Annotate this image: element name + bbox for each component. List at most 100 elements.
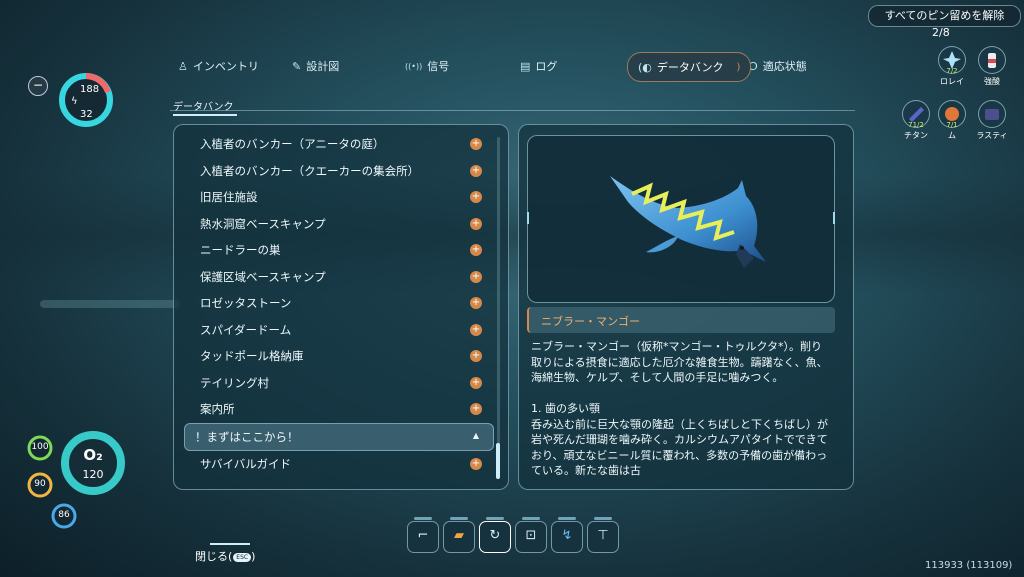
list-item[interactable]: サバイバルガイド + bbox=[184, 451, 494, 478]
entry-detail-panel: ニブラー・マンゴー ニブラー・マンゴー（仮称*マンゴー・トゥルクタ*）。削り取り… bbox=[518, 124, 854, 490]
plus-icon: + bbox=[470, 217, 482, 230]
food-gauge: 90 bbox=[27, 472, 53, 498]
quickslot-scanner[interactable]: ⌐ bbox=[407, 517, 439, 553]
list-item[interactable]: ロゼッタストーン + bbox=[184, 290, 494, 317]
list-item-label: タッドポール格納庫 bbox=[200, 349, 304, 364]
pinned-recipe[interactable]: 71/2 チタン bbox=[900, 100, 932, 141]
oxygen-gauge: O₂ 120 bbox=[60, 430, 126, 496]
oxygen-value: 120 bbox=[82, 468, 104, 481]
list-item[interactable]: 入植者のバンカー（クエーカーの集会所） + bbox=[184, 158, 494, 185]
plus-icon: + bbox=[470, 350, 482, 362]
list-item[interactable]: 案内所 + bbox=[184, 396, 494, 423]
quickslot-laser-cutter[interactable]: ⊤ bbox=[587, 517, 619, 553]
health-value: 100 bbox=[31, 442, 49, 452]
pin-label: チタン bbox=[904, 131, 928, 140]
bottle-icon bbox=[978, 46, 1006, 74]
list-item-label: ロゼッタストーン bbox=[200, 296, 292, 311]
list-item[interactable]: 入植者のバンカー（アニータの庭） + bbox=[184, 131, 494, 158]
tab-label: 適応状態 bbox=[762, 60, 807, 73]
pin-label: ロレイ bbox=[940, 77, 964, 86]
list-item-label: 熱水洞窟ベースキャンプ bbox=[200, 216, 326, 231]
list-item[interactable]: テイリング村 + bbox=[184, 370, 494, 397]
plus-icon: + bbox=[470, 458, 482, 470]
list-item-label: 保護区域ベースキャンプ bbox=[200, 269, 326, 284]
plus-icon: + bbox=[470, 138, 482, 150]
databank-list: 入植者のバンカー（アニータの庭） + 入植者のバンカー（クエーカーの集会所） + 旧… bbox=[184, 131, 494, 478]
pin-label: ム bbox=[948, 131, 956, 140]
frame-tick bbox=[527, 212, 529, 224]
tab-bar: ♙ インベントリ ✎ 設計図 ((•)) 信号 ▤ ログ (◐ データバンク )… bbox=[170, 52, 855, 82]
repair-tool-icon: ↻ bbox=[489, 528, 501, 543]
quickslot-flashlight[interactable]: ▰ bbox=[443, 517, 475, 553]
plus-icon: + bbox=[470, 164, 482, 177]
water-value: 86 bbox=[58, 510, 70, 520]
plus-icon: + bbox=[470, 376, 482, 389]
frame-tick bbox=[833, 212, 835, 224]
tab-log[interactable]: ▤ ログ bbox=[520, 52, 557, 80]
databank-list-panel: 入植者のバンカー（アニータの庭） + 入植者のバンカー（クエーカーの集会所） + 旧… bbox=[173, 124, 509, 490]
entry-body-text: ニブラー・マンゴー（仮称*マンゴー・トゥルクタ*）。削り取りによる摂食に適応した… bbox=[531, 340, 828, 477]
plus-icon: + bbox=[470, 403, 482, 415]
esc-key-icon: ESC bbox=[233, 552, 252, 562]
plus-icon: + bbox=[470, 191, 482, 203]
list-item[interactable]: 熱水洞窟ベースキャンプ + bbox=[184, 211, 494, 238]
list-item-label: テイリング村 bbox=[200, 375, 269, 390]
quickslot-builder[interactable]: ⊡ bbox=[515, 517, 547, 553]
tab-signals[interactable]: ((•)) 信号 bbox=[405, 52, 449, 80]
tab-adaptations[interactable]: Ɔ 適応状態 bbox=[750, 52, 807, 80]
scrollbar-thumb[interactable] bbox=[496, 443, 500, 479]
unpin-all-button[interactable]: すべてのピン留めを解除 bbox=[868, 5, 1021, 27]
tab-label: 信号 bbox=[427, 60, 450, 73]
signal-icon: ((•)) bbox=[405, 61, 423, 71]
pin-qty: 7/2 bbox=[946, 67, 958, 75]
pinned-recipe[interactable]: 7/2 ロレイ bbox=[936, 46, 968, 87]
version-text: 113933 (113109) bbox=[925, 560, 1013, 571]
list-item-label: 旧居住施設 bbox=[200, 190, 258, 205]
close-underline bbox=[210, 543, 250, 545]
log-icon: ▤ bbox=[520, 59, 531, 73]
list-item-label: サバイバルガイド bbox=[200, 457, 291, 472]
list-item[interactable]: 保護区域ベースキャンプ + bbox=[184, 264, 494, 291]
pinned-recipe[interactable]: 強酸 bbox=[976, 46, 1008, 87]
adaptation-icon: Ɔ bbox=[750, 59, 758, 73]
pinned-recipe[interactable]: 7/1 ム bbox=[936, 100, 968, 141]
list-item[interactable]: タッドポール格納庫 + bbox=[184, 343, 494, 370]
close-button[interactable]: 閉じる(ESC) bbox=[195, 548, 255, 564]
person-icon: ♙ bbox=[178, 59, 188, 73]
list-item[interactable]: ニードラーの巣 + bbox=[184, 237, 494, 264]
pin-label: 強酸 bbox=[984, 77, 1000, 86]
edit-icon: ✎ bbox=[292, 59, 302, 73]
chevron-up-icon: ▲ bbox=[472, 430, 479, 440]
quickbar: ⌐ ▰ ↻ ⊡ ↯ ⊤ bbox=[407, 517, 619, 553]
category-header[interactable]: ！まずはここから！ ▲ bbox=[184, 422, 494, 451]
collapse-hud-button[interactable]: − bbox=[28, 76, 48, 96]
tab-inventory[interactable]: ♙ インベントリ bbox=[178, 52, 259, 80]
tab-label: インベントリ bbox=[192, 60, 259, 73]
list-item[interactable]: 旧居住施設 + bbox=[184, 184, 494, 211]
quickslot-seaglide[interactable]: ↯ bbox=[551, 517, 583, 553]
list-item[interactable]: スパイダードーム + bbox=[184, 317, 494, 344]
tab-databank[interactable]: (◐ データバンク ) bbox=[627, 52, 752, 82]
close-paren-icon: ) bbox=[736, 61, 741, 73]
plus-icon: + bbox=[470, 244, 482, 256]
background-band bbox=[0, 175, 1024, 295]
background-pipe bbox=[40, 300, 180, 308]
energy-top-value: 188 bbox=[80, 84, 100, 95]
health-gauge: 100 bbox=[27, 435, 53, 461]
energy-bottom-value: 32 bbox=[80, 109, 93, 120]
flashlight-icon: ▰ bbox=[454, 528, 464, 543]
list-item-label: ニードラーの巣 bbox=[200, 243, 281, 258]
tab-blueprints[interactable]: ✎ 設計図 bbox=[292, 52, 339, 80]
builder-icon: ⊡ bbox=[525, 528, 537, 543]
tab-label: データバンク bbox=[656, 61, 724, 74]
pin-count: 2/8 bbox=[932, 26, 950, 39]
pin-label: ラスティ bbox=[976, 131, 1008, 140]
plus-icon: + bbox=[470, 270, 482, 283]
scanner-icon: ⌐ bbox=[417, 528, 429, 543]
bolt-icon: ϟ bbox=[71, 96, 78, 107]
laser-cutter-icon: ⊤ bbox=[597, 528, 609, 543]
close-label: 閉じる( bbox=[195, 550, 233, 563]
quickslot-repair-tool[interactable]: ↻ bbox=[479, 517, 511, 553]
scrollbar-track[interactable] bbox=[497, 137, 500, 473]
pinned-recipe[interactable]: ラスティ bbox=[976, 100, 1008, 141]
